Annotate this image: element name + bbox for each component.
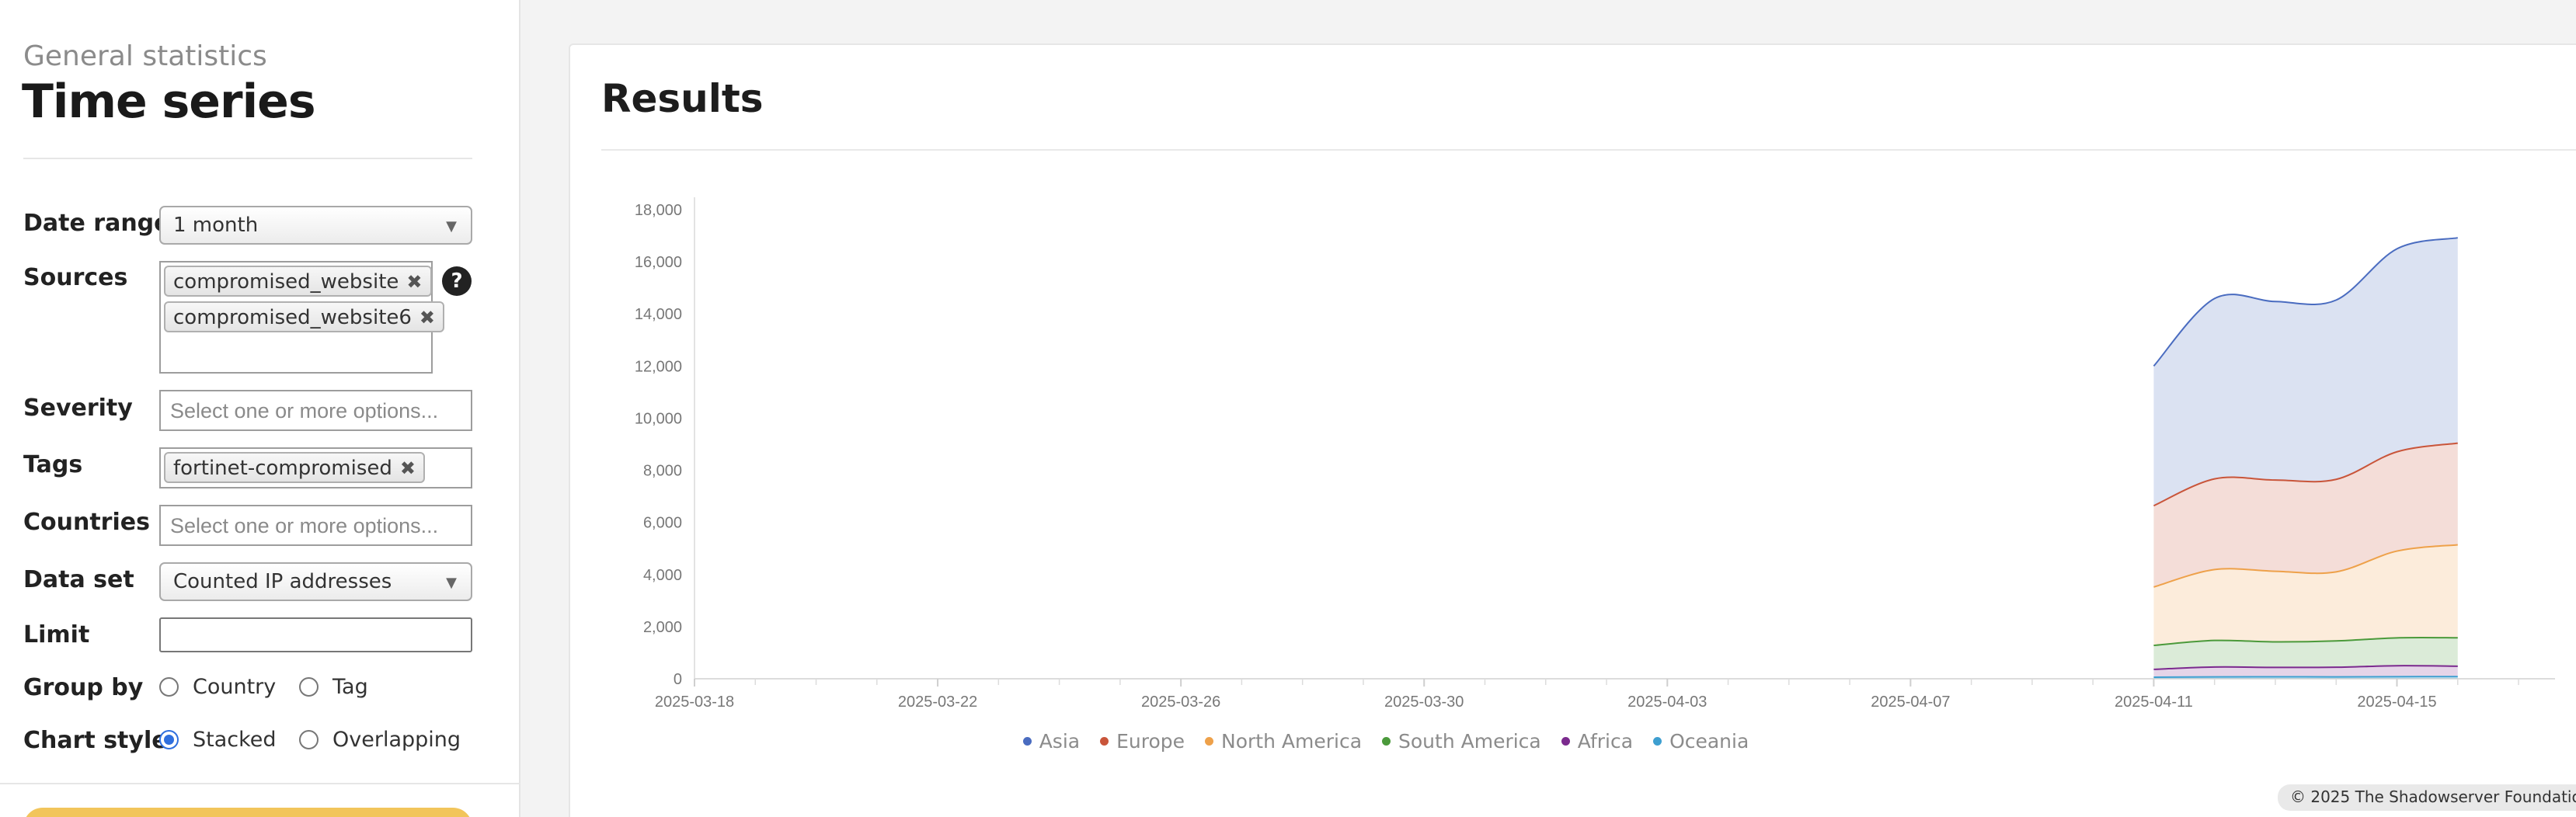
- source-chip-label: compromised_website6: [173, 306, 412, 329]
- date-range-label: Date range: [23, 210, 170, 237]
- y-tick-label: 0: [674, 671, 682, 688]
- tags-multiselect[interactable]: fortinet-compromised ✖: [159, 447, 472, 488]
- group-by-country-radio[interactable]: Country: [159, 675, 276, 699]
- legend-dot-icon: [1653, 737, 1662, 746]
- legend-label: Asia: [1039, 730, 1081, 753]
- source-chip: compromised_website ✖: [164, 266, 432, 297]
- limit-label: Limit: [23, 621, 90, 648]
- legend-item-oceania[interactable]: Oceania: [1653, 730, 1749, 753]
- x-tick-label: 2025-04-03: [1627, 694, 1707, 711]
- divider: [23, 158, 472, 159]
- severity-multiselect[interactable]: Select one or more options...: [159, 390, 472, 431]
- group-by-tag-radio[interactable]: Tag: [299, 675, 368, 699]
- legend-label: North America: [1221, 730, 1363, 753]
- line-oceania: [2153, 676, 2458, 678]
- legend-item-europe[interactable]: Europe: [1100, 730, 1185, 753]
- chart-style-stacked-radio[interactable]: Stacked: [159, 728, 277, 752]
- x-tick-label: 2025-03-26: [1141, 694, 1220, 711]
- x-tick-label: 2025-04-11: [2115, 694, 2193, 711]
- severity-label: Severity: [23, 395, 133, 422]
- y-tick-label: 14,000: [635, 306, 682, 323]
- radio-icon: [299, 677, 319, 697]
- legend-dot-icon: [1561, 737, 1570, 746]
- data-set-select[interactable]: Counted IP addresses ▼: [159, 562, 472, 601]
- caret-down-icon: ▼: [446, 575, 457, 591]
- x-tick-label: 2025-03-18: [655, 694, 734, 711]
- date-range-select[interactable]: 1 month ▼: [159, 206, 472, 245]
- tag-chip: fortinet-compromised ✖: [164, 452, 425, 483]
- divider: [0, 783, 520, 784]
- data-set-value: Counted IP addresses: [173, 570, 392, 593]
- help-icon[interactable]: ?: [442, 266, 472, 296]
- legend-item-asia[interactable]: Asia: [1022, 730, 1081, 753]
- legend-label: Africa: [1577, 730, 1634, 753]
- data-set-label: Data set: [23, 566, 134, 593]
- y-tick-label: 2,000: [643, 619, 682, 636]
- countries-multiselect[interactable]: Select one or more options...: [159, 505, 472, 546]
- legend-label: South America: [1398, 730, 1541, 753]
- filter-sidebar: General statistics Time series Date rang…: [0, 0, 520, 817]
- date-range-value: 1 month: [173, 214, 259, 237]
- chart-style-overlapping-label: Overlapping: [332, 728, 461, 752]
- legend-item-north-america[interactable]: North America: [1205, 730, 1362, 753]
- chart-legend: Asia Europe North America South America Afri…: [570, 730, 2202, 753]
- group-by-label: Group by: [23, 674, 144, 701]
- x-tick-label: 2025-03-22: [898, 694, 977, 711]
- chart-style-overlapping-radio[interactable]: Overlapping: [299, 728, 461, 752]
- legend-dot-icon: [1382, 737, 1391, 746]
- copyright-badge: © 2025 The Shadowserver Foundation: [2278, 784, 2576, 811]
- tags-label: Tags: [23, 451, 83, 478]
- y-tick-label: 10,000: [635, 410, 682, 427]
- y-tick-label: 18,000: [635, 202, 682, 219]
- group-by-tag-label: Tag: [332, 675, 368, 699]
- page-subtitle: General statistics: [23, 40, 267, 72]
- legend-label: Europe: [1116, 730, 1185, 753]
- results-panel: Results 0 2,000 4,000 6,000 8,000 10,000 12,00…: [569, 43, 2576, 817]
- limit-input[interactable]: [159, 617, 472, 652]
- chart-style-stacked-label: Stacked: [193, 728, 277, 752]
- legend-item-africa[interactable]: Africa: [1561, 730, 1633, 753]
- page-title: Time series: [22, 75, 316, 129]
- remove-icon[interactable]: ✖: [406, 271, 422, 293]
- radio-icon: [159, 677, 179, 697]
- caret-down-icon: ▼: [446, 218, 457, 235]
- legend-item-south-america[interactable]: South America: [1382, 730, 1541, 753]
- y-tick-label: 8,000: [643, 463, 682, 480]
- time-series-chart: 0 2,000 4,000 6,000 8,000 10,000 12,000 14,000 1…: [635, 197, 2555, 711]
- chart-style-label: Chart style: [23, 727, 168, 754]
- y-tick-label: 6,000: [643, 515, 682, 532]
- x-tick-label: 2025-03-30: [1384, 694, 1464, 711]
- group-by-country-label: Country: [193, 675, 277, 699]
- remove-icon[interactable]: ✖: [419, 307, 435, 329]
- y-tick-label: 12,000: [635, 358, 682, 375]
- tag-chip-label: fortinet-compromised: [173, 457, 392, 480]
- y-tick-label: 16,000: [635, 254, 682, 271]
- radio-icon: [299, 730, 319, 749]
- submit-button[interactable]: [23, 808, 472, 817]
- countries-label: Countries: [23, 509, 150, 536]
- radio-checked-icon: [159, 730, 179, 749]
- legend-dot-icon: [1022, 737, 1032, 746]
- y-tick-label: 4,000: [643, 567, 682, 584]
- remove-icon[interactable]: ✖: [400, 457, 416, 479]
- source-chip: compromised_website6 ✖: [164, 301, 445, 332]
- legend-dot-icon: [1205, 737, 1214, 746]
- legend-dot-icon: [1100, 737, 1109, 746]
- x-tick-label: 2025-04-07: [1871, 694, 1950, 711]
- sources-multiselect[interactable]: compromised_website ✖ compromised_website…: [159, 261, 445, 374]
- x-tick-label: 2025-04-15: [2357, 694, 2436, 711]
- source-chip-label: compromised_website: [173, 270, 399, 294]
- sources-label: Sources: [23, 264, 128, 291]
- legend-label: Oceania: [1669, 730, 1749, 753]
